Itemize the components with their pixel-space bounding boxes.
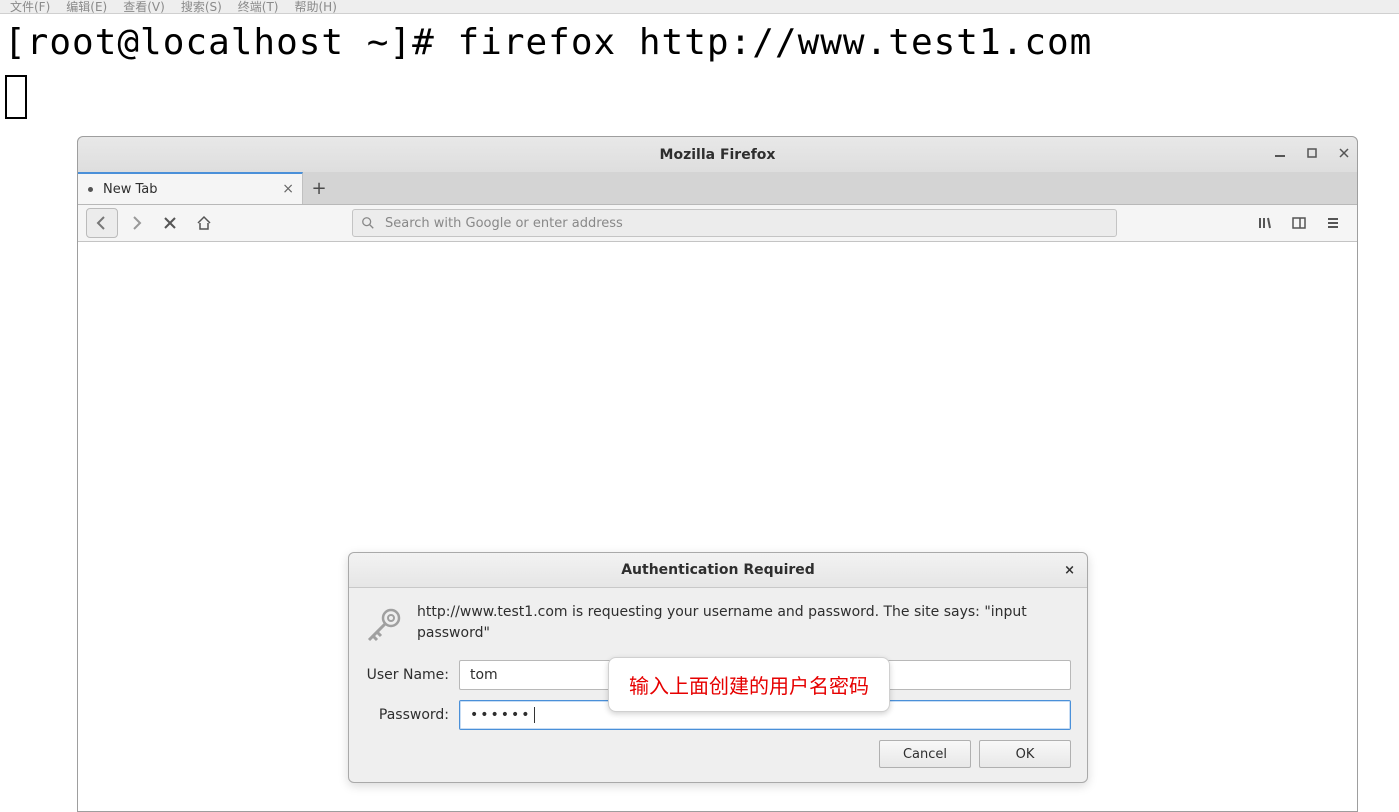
- menu-help[interactable]: 帮助(H): [295, 0, 337, 15]
- tab-loading-icon: [88, 187, 93, 192]
- auth-message: http://www.test1.com is requesting your …: [417, 602, 1071, 644]
- search-icon: [361, 216, 375, 230]
- library-button[interactable]: [1249, 208, 1281, 238]
- minimize-button[interactable]: [1273, 146, 1287, 163]
- username-label: User Name:: [359, 667, 449, 683]
- terminal-body[interactable]: [root@localhost ~]# firefox http://www.t…: [0, 14, 1399, 138]
- terminal-cursor: [5, 75, 27, 119]
- url-placeholder: Search with Google or enter address: [385, 216, 623, 231]
- menu-terminal[interactable]: 终端(T): [238, 0, 279, 15]
- browser-tab[interactable]: New Tab ×: [78, 172, 303, 204]
- stop-button[interactable]: [154, 208, 186, 238]
- cancel-button[interactable]: Cancel: [879, 740, 971, 768]
- firefox-window: Mozilla Firefox New Tab × + Search wit: [77, 136, 1358, 812]
- menu-edit[interactable]: 编辑(E): [66, 0, 107, 15]
- close-button[interactable]: [1337, 146, 1351, 163]
- auth-title: Authentication Required: [621, 562, 815, 578]
- firefox-title: Mozilla Firefox: [660, 147, 776, 163]
- annotation-callout: 输入上面创建的用户名密码: [608, 657, 890, 712]
- key-icon: [359, 602, 407, 644]
- browser-content: Authentication Required × http://www: [78, 242, 1357, 811]
- back-button[interactable]: [86, 208, 118, 238]
- password-label: Password:: [359, 707, 449, 723]
- tab-strip: New Tab × +: [78, 172, 1357, 205]
- new-tab-button[interactable]: +: [303, 172, 335, 204]
- menu-view[interactable]: 查看(V): [123, 0, 165, 15]
- tab-close-icon[interactable]: ×: [282, 181, 294, 197]
- home-button[interactable]: [188, 208, 220, 238]
- hamburger-menu-button[interactable]: [1317, 208, 1349, 238]
- menu-search[interactable]: 搜索(S): [181, 0, 222, 15]
- terminal-menubar: 文件(F) 编辑(E) 查看(V) 搜索(S) 终端(T) 帮助(H): [0, 0, 1399, 14]
- nav-toolbar: Search with Google or enter address: [78, 205, 1357, 242]
- terminal-line: [root@localhost ~]# firefox http://www.t…: [4, 22, 1092, 63]
- maximize-button[interactable]: [1305, 146, 1319, 163]
- tab-label: New Tab: [103, 182, 158, 197]
- forward-button[interactable]: [120, 208, 152, 238]
- ok-button[interactable]: OK: [979, 740, 1071, 768]
- menu-file[interactable]: 文件(F): [10, 0, 50, 15]
- url-bar[interactable]: Search with Google or enter address: [352, 209, 1117, 237]
- sidebar-button[interactable]: [1283, 208, 1315, 238]
- firefox-titlebar[interactable]: Mozilla Firefox: [78, 137, 1357, 172]
- auth-close-icon[interactable]: ×: [1064, 563, 1075, 578]
- auth-titlebar[interactable]: Authentication Required ×: [349, 553, 1087, 588]
